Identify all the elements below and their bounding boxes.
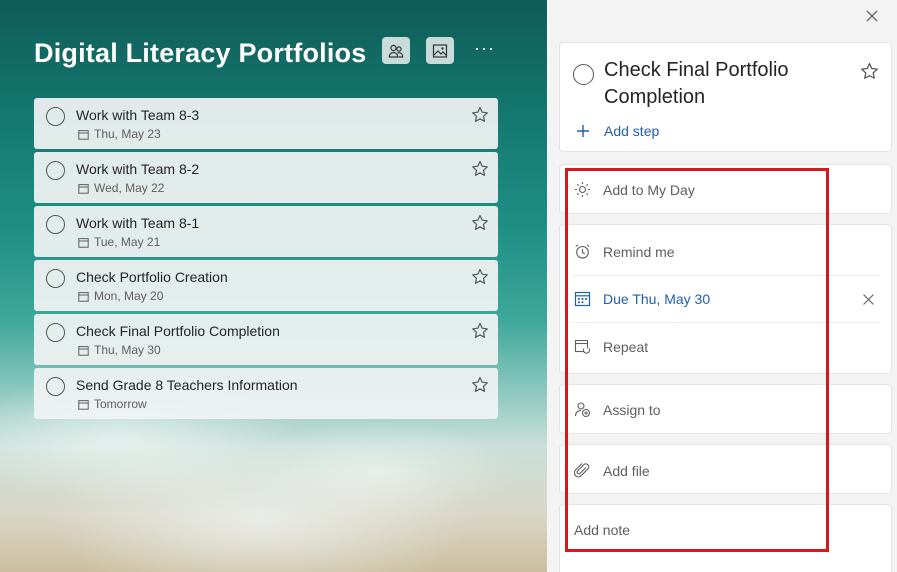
complete-task-checkbox[interactable] xyxy=(46,107,65,126)
sun-icon xyxy=(575,182,590,197)
remind-me-label: Remind me xyxy=(603,243,675,260)
calendar-icon xyxy=(78,183,89,194)
task-item[interactable]: Work with Team 8-2 Wed, May 22 xyxy=(34,152,498,203)
my-day-card: Add to My Day xyxy=(559,164,892,214)
task-due-date: Mon, May 20 xyxy=(78,289,163,303)
task-detail-title[interactable]: Check Final Portfolio Completion xyxy=(604,57,834,111)
assign-to-button[interactable]: Assign to xyxy=(574,401,661,418)
star-icon[interactable] xyxy=(471,160,489,178)
alarm-clock-icon xyxy=(575,244,590,259)
task-due-label: Wed, May 22 xyxy=(94,181,165,195)
add-note-placeholder: Add note xyxy=(574,522,631,538)
repeat-icon xyxy=(574,339,591,354)
star-icon[interactable] xyxy=(471,214,489,232)
complete-task-checkbox[interactable] xyxy=(46,215,65,234)
complete-task-checkbox[interactable] xyxy=(46,161,65,180)
add-note-field[interactable]: Add note xyxy=(574,522,630,538)
repeat-label: Repeat xyxy=(603,338,649,355)
task-title-card: Check Final Portfolio Completion Add ste… xyxy=(559,42,892,152)
change-background-button[interactable] xyxy=(426,37,454,64)
task-title: Check Final Portfolio Completion xyxy=(76,323,280,339)
share-list-button[interactable] xyxy=(382,37,410,64)
file-card: Add file xyxy=(559,444,892,494)
task-title: Check Portfolio Creation xyxy=(76,269,228,285)
more-options-button[interactable]: ··· xyxy=(474,38,495,59)
task-due-label: Tomorrow xyxy=(94,397,147,411)
people-icon xyxy=(388,44,404,58)
star-icon[interactable] xyxy=(860,62,879,81)
task-title: Work with Team 8-1 xyxy=(76,215,200,231)
task-list: Work with Team 8-3 Thu, May 23 Work with… xyxy=(34,98,498,422)
task-item[interactable]: Work with Team 8-3 Thu, May 23 xyxy=(34,98,498,149)
star-icon[interactable] xyxy=(471,322,489,340)
calendar-icon xyxy=(78,399,89,410)
add-step-button[interactable]: Add step xyxy=(576,123,659,139)
star-icon[interactable] xyxy=(471,376,489,394)
star-icon[interactable] xyxy=(471,106,489,124)
calendar-icon xyxy=(78,291,89,302)
task-due-label: Tue, May 21 xyxy=(94,235,161,249)
calendar-icon xyxy=(574,291,591,307)
complete-task-checkbox[interactable] xyxy=(573,64,594,85)
note-card: Add note xyxy=(559,504,892,572)
paperclip-icon xyxy=(574,463,590,478)
due-date-label: Due Thu, May 30 xyxy=(603,290,711,307)
list-pane: Digital Literacy Portfolios ··· Work wit… xyxy=(0,0,547,572)
calendar-icon xyxy=(78,237,89,248)
image-icon xyxy=(432,43,448,58)
task-title: Work with Team 8-2 xyxy=(76,161,200,177)
remind-me-button[interactable]: Remind me xyxy=(574,243,675,260)
task-item[interactable]: Check Portfolio Creation Mon, May 20 xyxy=(34,260,498,311)
date-options-card: Remind me Due Thu, May 30 Repeat xyxy=(559,224,892,374)
assign-person-icon xyxy=(574,402,591,418)
task-due-date: Thu, May 23 xyxy=(78,127,161,141)
complete-task-checkbox[interactable] xyxy=(46,323,65,342)
task-title: Work with Team 8-3 xyxy=(76,107,200,123)
task-item[interactable]: Send Grade 8 Teachers Information Tomorr… xyxy=(34,368,498,419)
task-title: Send Grade 8 Teachers Information xyxy=(76,377,298,393)
task-due-date: Tomorrow xyxy=(78,397,147,411)
divider xyxy=(572,275,878,276)
star-icon[interactable] xyxy=(471,268,489,286)
close-icon[interactable] xyxy=(865,9,879,23)
task-due-date: Tue, May 21 xyxy=(78,235,160,249)
complete-task-checkbox[interactable] xyxy=(46,269,65,288)
task-item[interactable]: Work with Team 8-1 Tue, May 21 xyxy=(34,206,498,257)
add-to-my-day-label: Add to My Day xyxy=(603,181,695,198)
divider xyxy=(572,322,878,323)
task-due-label: Mon, May 20 xyxy=(94,289,164,303)
remove-due-date-icon[interactable] xyxy=(862,293,875,306)
list-title: Digital Literacy Portfolios xyxy=(34,38,367,68)
task-due-label: Thu, May 23 xyxy=(94,127,161,141)
task-detail-pane: Check Final Portfolio Completion Add ste… xyxy=(547,0,897,572)
task-due-date: Wed, May 22 xyxy=(78,181,164,195)
due-date-button[interactable]: Due Thu, May 30 xyxy=(574,290,710,307)
assign-card: Assign to xyxy=(559,384,892,434)
add-to-my-day-button[interactable]: Add to My Day xyxy=(574,181,695,198)
task-item[interactable]: Check Final Portfolio Completion Thu, Ma… xyxy=(34,314,498,365)
calendar-icon xyxy=(78,129,89,140)
add-file-button[interactable]: Add file xyxy=(574,462,650,479)
assign-to-label: Assign to xyxy=(603,401,661,418)
repeat-button[interactable]: Repeat xyxy=(574,338,648,355)
plus-icon xyxy=(577,125,589,137)
add-file-label: Add file xyxy=(603,462,650,479)
add-step-label: Add step xyxy=(604,123,660,139)
complete-task-checkbox[interactable] xyxy=(46,377,65,396)
calendar-icon xyxy=(78,345,89,356)
task-due-date: Thu, May 30 xyxy=(78,343,161,357)
task-due-label: Thu, May 30 xyxy=(94,343,161,357)
